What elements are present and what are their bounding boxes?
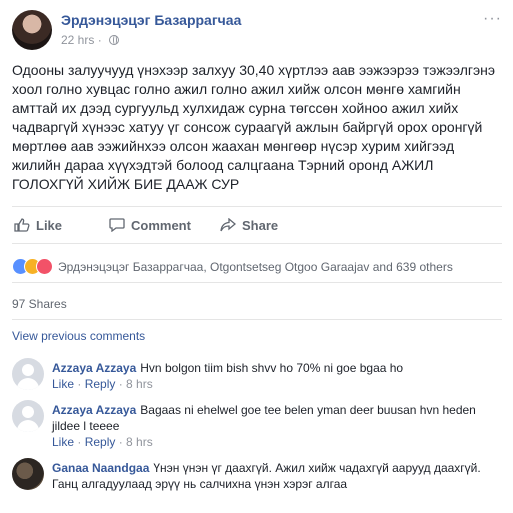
comment-label: Comment <box>131 218 191 233</box>
more-options-icon[interactable]: ··· <box>483 10 502 28</box>
comment-time[interactable]: 8 hrs <box>126 435 153 449</box>
comment-reply-link[interactable]: Reply <box>85 435 116 449</box>
post-header: Эрдэнэцэцэг Базаррагчаа 22 hrs · ··· <box>12 10 502 52</box>
commenter-name[interactable]: Azzaya Azzaya <box>52 403 136 417</box>
shares-count[interactable]: 97 Shares <box>12 297 67 311</box>
share-label: Share <box>242 218 279 233</box>
comment-reply-link[interactable]: Reply <box>85 377 116 391</box>
reactions-row[interactable]: Эрдэнэцэцэг Базаррагчаа, Otgontsetseg Ot… <box>12 258 502 276</box>
share-icon <box>220 218 236 232</box>
post-time[interactable]: 22 hrs <box>61 33 94 47</box>
post-meta: 22 hrs · <box>61 33 120 47</box>
globe-icon <box>109 35 120 45</box>
comment-time[interactable]: 8 hrs <box>126 377 153 391</box>
post-text: Одооны залуучууд үнэхээр залхуу 30,40 хү… <box>12 62 496 192</box>
comment-button[interactable]: Comment <box>109 218 191 233</box>
like-button[interactable]: Like <box>14 218 62 233</box>
comment-icon <box>109 218 125 232</box>
comment-text: Hvn bolgon tiim bish shvv ho 70% ni goe … <box>140 361 404 375</box>
shares-row: 97 Shares <box>12 282 502 320</box>
commenter-avatar[interactable] <box>12 458 44 490</box>
reactions-summary[interactable]: Эрдэнэцэцэг Базаррагчаа, Otgontsetseg Ot… <box>58 260 453 274</box>
comment: Azzaya Azzaya Bagaas ni ehelwel goe tee b… <box>12 400 502 452</box>
comment-like-link[interactable]: Like <box>52 377 74 391</box>
love-reaction-icon <box>36 258 53 275</box>
commenter-name[interactable]: Ganaa Naandgaa <box>52 461 149 475</box>
thumbs-up-icon <box>14 218 30 232</box>
author-name[interactable]: Эрдэнэцэцэг Базаррагчаа <box>61 12 241 28</box>
view-previous-comments[interactable]: View previous comments <box>12 329 145 343</box>
action-bar: Like Comment Share <box>12 206 502 244</box>
comment-like-link[interactable]: Like <box>52 435 74 449</box>
comment: Ganaa Naandgaa Үнэн үнэн үг даахгүй. Ажил… <box>12 458 502 508</box>
comment: Azzaya Azzaya Hvn bolgon tiim bish shvv h… <box>12 358 502 398</box>
commenter-name[interactable]: Azzaya Azzaya <box>52 361 136 375</box>
author-avatar[interactable] <box>12 10 52 50</box>
share-button[interactable]: Share <box>220 218 278 233</box>
commenter-avatar[interactable] <box>12 358 44 390</box>
comment-actions: Like · Reply · 8 hrs <box>52 377 153 391</box>
commenter-avatar[interactable] <box>12 400 44 432</box>
like-label: Like <box>36 218 63 233</box>
comment-actions: Like · Reply · 8 hrs <box>52 435 153 449</box>
